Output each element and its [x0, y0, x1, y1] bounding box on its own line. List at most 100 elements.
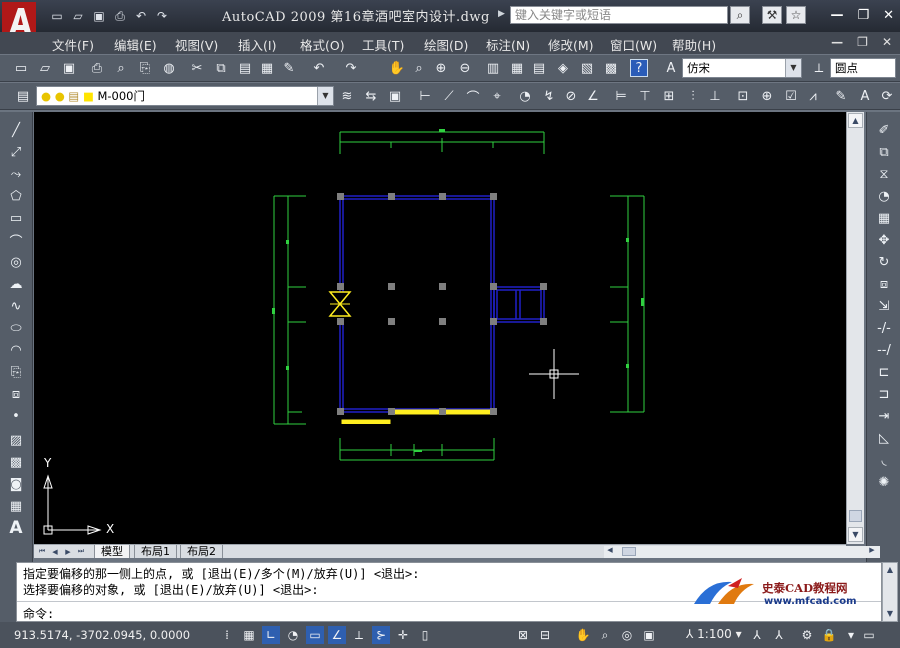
- make-block-icon[interactable]: ⧈: [6, 384, 26, 404]
- open-icon[interactable]: ▱: [69, 8, 87, 24]
- menu-tools[interactable]: 工具(T): [362, 35, 404, 54]
- rotate-icon[interactable]: ↻: [874, 252, 894, 272]
- point-icon[interactable]: •: [6, 406, 26, 426]
- match-properties-icon[interactable]: ✎: [280, 59, 298, 77]
- layer-states-icon[interactable]: ▣: [386, 87, 404, 105]
- design-center-icon[interactable]: ▦: [508, 59, 526, 77]
- center-mark-icon[interactable]: ⊕: [758, 87, 776, 105]
- workspace-switch-icon[interactable]: ⚙: [798, 626, 816, 644]
- dim-update-icon[interactable]: ⟳: [878, 87, 896, 105]
- first-tab-icon[interactable]: ⏮: [36, 546, 48, 557]
- tab-model[interactable]: 模型: [94, 545, 130, 558]
- layer-select[interactable]: ● ● ▤ ■ M-000门 ▼: [36, 86, 334, 106]
- polyline-icon[interactable]: ⤳: [6, 164, 26, 184]
- arc-length-icon[interactable]: ⌒: [464, 87, 482, 106]
- ellipse-icon[interactable]: ⬭: [6, 318, 26, 338]
- plot-preview-icon[interactable]: ⌕: [112, 59, 130, 77]
- menu-dimension[interactable]: 标注(N): [486, 35, 530, 54]
- redo-toolbar-icon[interactable]: ↷: [342, 59, 360, 77]
- mirror-icon[interactable]: ⧖: [874, 164, 894, 184]
- circle-icon[interactable]: ◎: [6, 252, 26, 272]
- subscription-icon[interactable]: ⚒: [762, 6, 782, 24]
- help-icon[interactable]: ?: [630, 59, 648, 77]
- block-editor-icon[interactable]: ▦: [258, 59, 276, 77]
- menu-modify[interactable]: 修改(M): [548, 35, 594, 54]
- dim-edit-icon[interactable]: ✎: [832, 87, 850, 105]
- paste-icon[interactable]: ▤: [236, 59, 254, 77]
- search-icon[interactable]: ⌕: [730, 6, 750, 24]
- menu-draw[interactable]: 绘图(D): [424, 35, 468, 54]
- drawing-area[interactable]: Y X: [34, 112, 846, 544]
- annotation-visibility-icon[interactable]: ⅄: [748, 626, 766, 644]
- auto-scale-icon[interactable]: ⅄: [770, 626, 788, 644]
- pan-status-icon[interactable]: ✋: [574, 626, 592, 644]
- inspect-icon[interactable]: ☑: [782, 87, 800, 105]
- toolbar-lock-icon[interactable]: 🔒: [820, 626, 838, 644]
- arc-icon[interactable]: ⌒: [6, 230, 26, 250]
- construction-line-icon[interactable]: ⤢: [6, 142, 26, 162]
- undo-toolbar-icon[interactable]: ↶: [310, 59, 328, 77]
- status-menu-icon[interactable]: ▾: [842, 626, 860, 644]
- continue-dim-icon[interactable]: ⊞: [660, 87, 678, 105]
- dim-text-edit-icon[interactable]: A: [856, 87, 874, 105]
- offset-icon[interactable]: ◔: [874, 186, 894, 206]
- clean-screen-icon[interactable]: ▭: [860, 626, 878, 644]
- scroll-right-icon[interactable]: ▶: [866, 546, 878, 557]
- print-icon[interactable]: ⎙: [111, 8, 129, 24]
- zoom-realtime-icon[interactable]: ⌕: [410, 59, 428, 77]
- doc-close-button[interactable]: ✕: [882, 35, 892, 49]
- menu-view[interactable]: 视图(V): [175, 35, 218, 54]
- copy-object-icon[interactable]: ⧉: [874, 142, 894, 162]
- prev-tab-icon[interactable]: ◀: [49, 546, 61, 557]
- menu-window[interactable]: 窗口(W): [610, 35, 657, 54]
- publish-icon[interactable]: ⎘: [136, 59, 154, 77]
- jogged-linear-icon[interactable]: ⩘: [804, 87, 822, 105]
- zoom-window-icon[interactable]: ⊕: [432, 59, 450, 77]
- plot-icon[interactable]: ⎙: [88, 59, 106, 77]
- cut-icon[interactable]: ✂: [188, 59, 206, 77]
- model-space-icon[interactable]: ⊠: [514, 626, 532, 644]
- search-input[interactable]: 键入关键字或短语: [510, 6, 728, 24]
- jogged-dim-icon[interactable]: ↯: [540, 87, 558, 105]
- annotation-scale[interactable]: ⅄ 1:100 ▾: [686, 627, 742, 641]
- pan-icon[interactable]: ✋: [388, 59, 406, 77]
- ellipse-arc-icon[interactable]: ◠: [6, 340, 26, 360]
- break-point-icon[interactable]: ⊏: [874, 362, 894, 382]
- join-icon[interactable]: ⇥: [874, 406, 894, 426]
- tab-layout2[interactable]: 布局2: [180, 545, 223, 558]
- ordinate-dim-icon[interactable]: ⌖: [488, 87, 506, 105]
- snap-mode-icon[interactable]: ⁞: [218, 626, 236, 644]
- doc-restore-button[interactable]: ❐: [857, 35, 868, 49]
- dim-break-icon[interactable]: ⊥: [706, 87, 724, 105]
- sheet-set-icon[interactable]: ◈: [554, 59, 572, 77]
- scroll-left-icon[interactable]: ◀: [604, 546, 616, 557]
- spline-icon[interactable]: ∿: [6, 296, 26, 316]
- menu-file[interactable]: 文件(F): [52, 35, 94, 54]
- make-current-layer-icon[interactable]: ≋: [338, 87, 356, 105]
- baseline-dim-icon[interactable]: ⊤: [636, 87, 654, 105]
- hscroll-thumb[interactable]: [622, 547, 636, 556]
- next-tab-icon[interactable]: ▶: [62, 546, 74, 557]
- 3d-dwf-icon[interactable]: ◍: [160, 59, 178, 77]
- explode-icon[interactable]: ✺: [874, 472, 894, 492]
- maximize-button[interactable]: ❐: [857, 8, 869, 23]
- revision-cloud-icon[interactable]: ☁: [6, 274, 26, 294]
- redo-icon[interactable]: ↷: [153, 8, 171, 24]
- favorites-icon[interactable]: ☆: [786, 6, 806, 24]
- vertical-scrollbar[interactable]: ▲ ▼: [846, 112, 864, 544]
- properties-icon[interactable]: ▥: [484, 59, 502, 77]
- doc-minimize-button[interactable]: —: [831, 35, 843, 49]
- close-button[interactable]: ✕: [883, 8, 894, 23]
- dim-style-select[interactable]: 圆点: [830, 58, 896, 78]
- save-file-icon[interactable]: ▣: [60, 59, 78, 77]
- diameter-dim-icon[interactable]: ⊘: [562, 87, 580, 105]
- dim-style-icon[interactable]: ⟂: [810, 59, 828, 77]
- dim-space-icon[interactable]: ⫶: [684, 87, 702, 105]
- layer-manager-icon[interactable]: ▤: [14, 87, 32, 105]
- markup-icon[interactable]: ▧: [578, 59, 596, 77]
- command-scrollbar[interactable]: ▲ ▼: [882, 562, 898, 622]
- tool-palettes-icon[interactable]: ▤: [530, 59, 548, 77]
- insert-block-icon[interactable]: ⎘: [6, 362, 26, 382]
- move-icon[interactable]: ✥: [874, 230, 894, 250]
- linear-dim-icon[interactable]: ⊢: [416, 87, 434, 105]
